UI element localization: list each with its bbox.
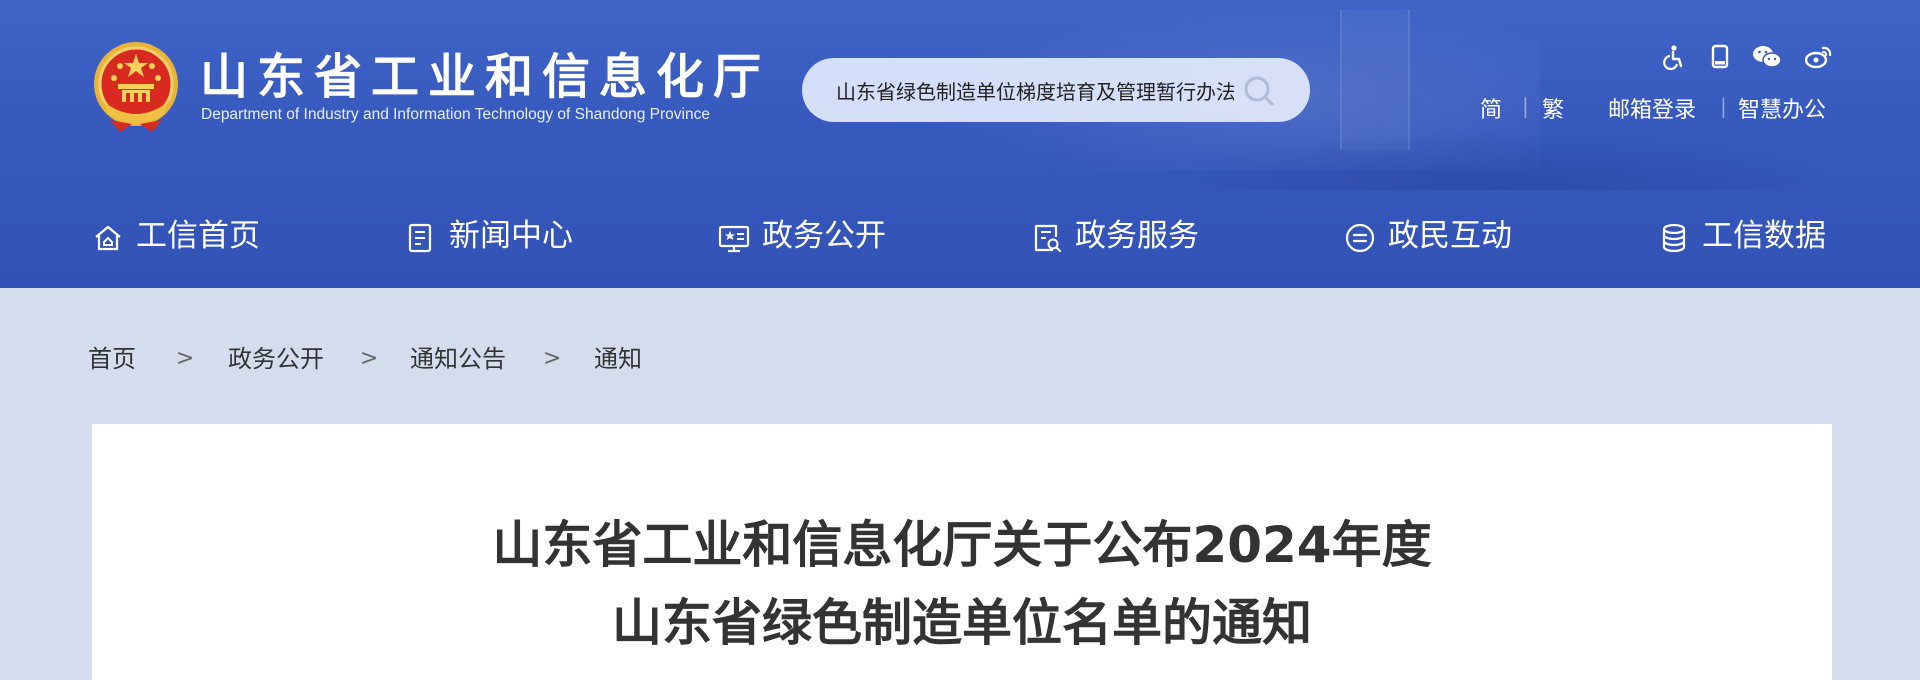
mobile-icon[interactable]	[1707, 44, 1733, 70]
home-icon	[95, 225, 121, 251]
accessibility-icon[interactable]	[1661, 44, 1687, 70]
weibo-icon[interactable]	[1805, 44, 1833, 70]
utility-icons	[1655, 44, 1835, 74]
article-title-line-2: 山东省绿色制造单位名单的通知	[612, 594, 1312, 652]
traditional-chinese-link[interactable]: 繁	[1542, 92, 1564, 124]
nav-item-label: 工信首页	[136, 218, 260, 254]
search-icon[interactable]	[1242, 74, 1276, 108]
site-subtitle: Department of Industry and Information T…	[201, 106, 710, 123]
utility-links: 简 | 繁 邮箱登录 | 智慧办公	[1480, 92, 1840, 124]
breadcrumb-separator: >	[543, 346, 562, 371]
site-header: 山东省工业和信息化厅 Department of Industry and In…	[0, 0, 1920, 288]
nav-item-label: 政民互动	[1388, 218, 1512, 254]
breadcrumb-separator: >	[176, 346, 195, 371]
header-stele-decoration	[1340, 10, 1410, 150]
separator: |	[1522, 94, 1529, 118]
interaction-icon	[1345, 223, 1375, 253]
nav-item-label: 新闻中心	[449, 218, 573, 254]
breadcrumb-current[interactable]: 通知	[594, 342, 642, 376]
article-title-line-1: 山东省工业和信息化厅关于公布2024年度	[492, 516, 1432, 574]
article-container: 山东省工业和信息化厅关于公布2024年度 山东省绿色制造单位名单的通知	[92, 424, 1832, 680]
wechat-icon[interactable]	[1752, 44, 1782, 70]
breadcrumb-home[interactable]: 首页	[88, 342, 136, 376]
nav-item-label: 政务公开	[762, 218, 886, 254]
news-icon	[408, 223, 432, 253]
separator: |	[1720, 94, 1727, 118]
breadcrumb-gov-open[interactable]: 政务公开	[228, 342, 324, 376]
mail-login-link[interactable]: 邮箱登录	[1608, 92, 1696, 124]
breadcrumb-separator: >	[360, 346, 379, 371]
nav-item-label: 工信数据	[1702, 218, 1826, 254]
site-title[interactable]: 山东省工业和信息化厅	[200, 50, 770, 104]
header-mountain-decoration	[1150, 130, 1850, 190]
smart-office-link[interactable]: 智慧办公	[1738, 92, 1826, 124]
main-navigation: 工信首页 新闻中心 政务公开 政务服务 政民互动 工信数据	[0, 198, 1920, 288]
breadcrumb-notices[interactable]: 通知公告	[410, 342, 506, 376]
search-input[interactable]	[836, 72, 1234, 108]
article-title: 山东省工业和信息化厅关于公布2024年度 山东省绿色制造单位名单的通知	[92, 506, 1832, 662]
search-box	[802, 58, 1310, 122]
nav-item-label: 政务服务	[1075, 218, 1199, 254]
database-icon	[1662, 223, 1686, 253]
national-emblem-logo[interactable]	[90, 40, 182, 136]
gov-service-icon	[1034, 224, 1062, 253]
gov-open-icon	[718, 225, 750, 253]
simplified-chinese-link[interactable]: 简	[1480, 92, 1502, 124]
